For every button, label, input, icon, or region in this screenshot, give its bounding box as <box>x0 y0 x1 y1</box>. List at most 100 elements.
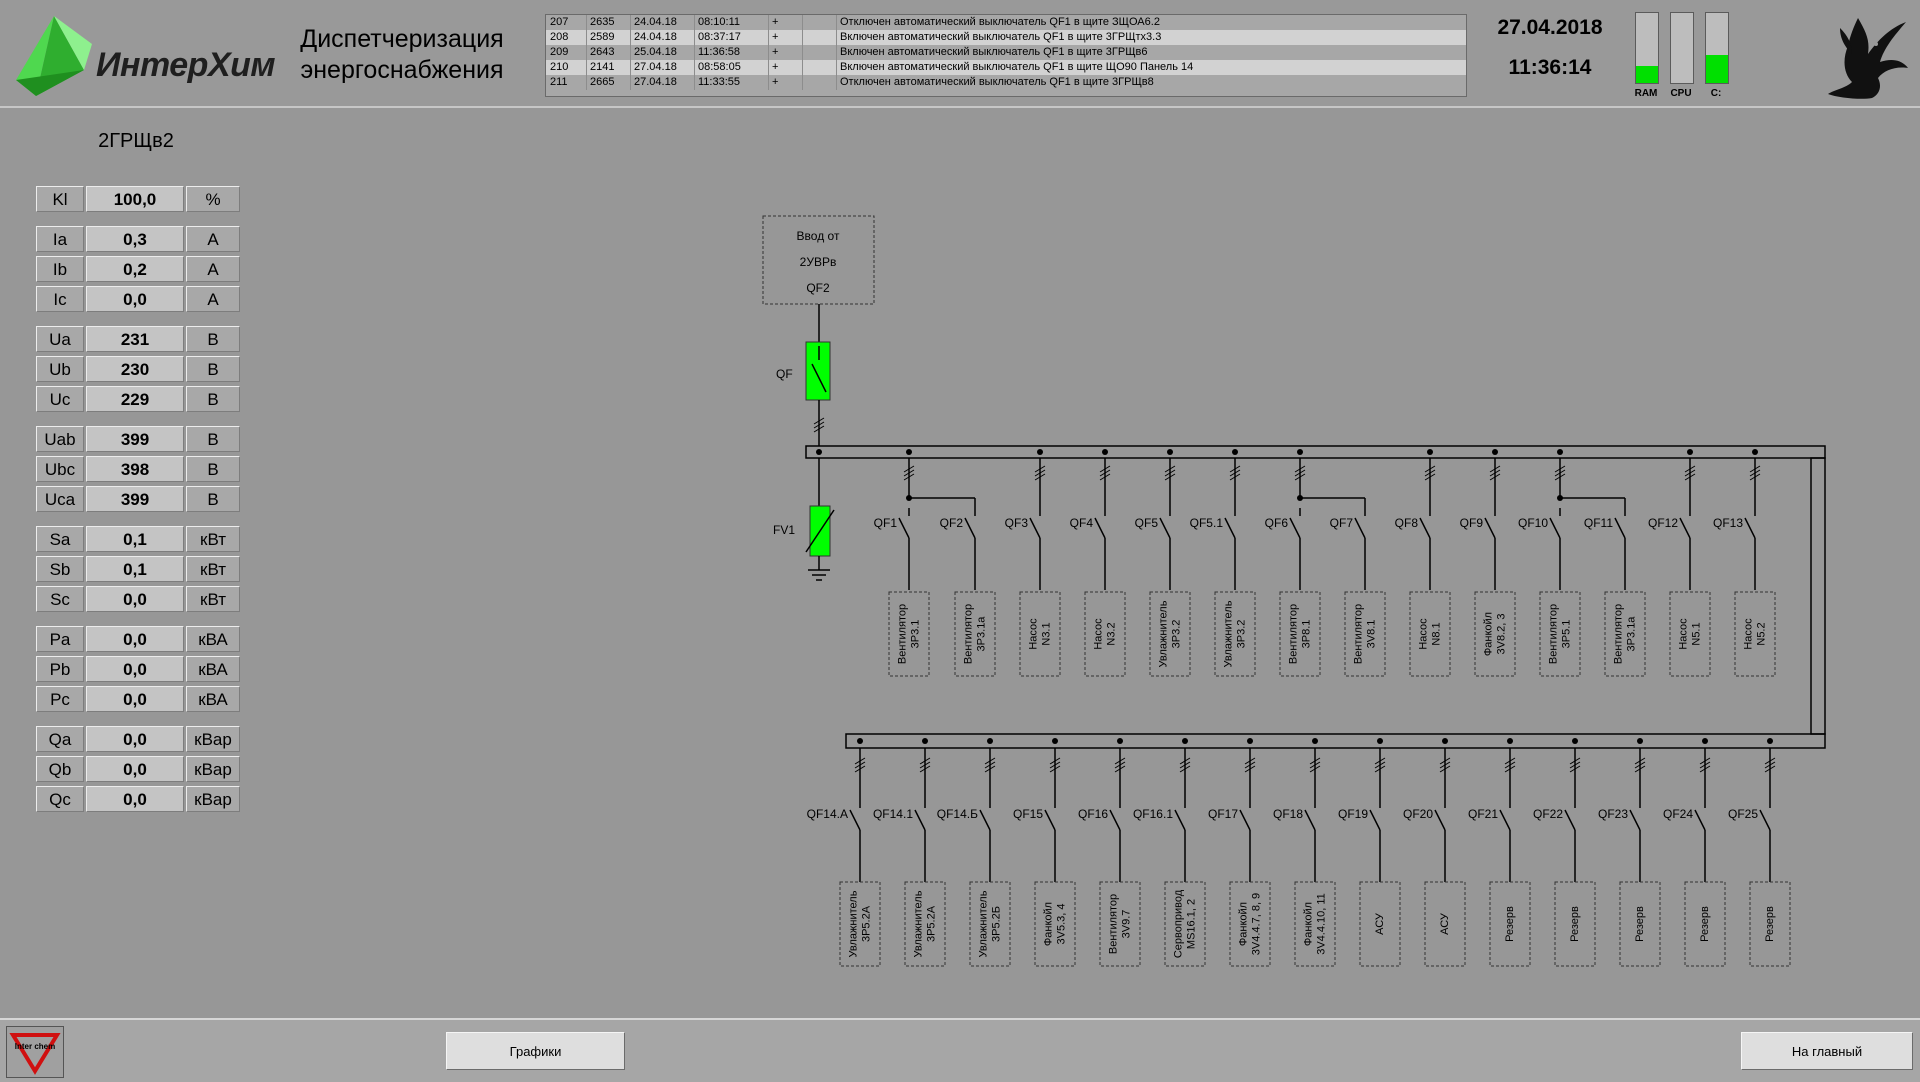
footer-logo-text: Inter chem <box>15 1042 55 1051</box>
breaker-label: QF9 <box>1460 516 1484 530</box>
load-label: Вентилятор <box>1287 604 1299 664</box>
load-label: Вентилятор <box>1352 604 1364 664</box>
junction-dot <box>1427 449 1433 455</box>
junction-dot <box>1492 449 1498 455</box>
junction-dot <box>1572 738 1578 744</box>
junction-dot <box>1687 449 1693 455</box>
junction-dot <box>1117 738 1123 744</box>
breaker-blade <box>1289 517 1301 539</box>
breaker-blade <box>914 809 926 831</box>
breaker-label: QF14.А <box>807 807 848 821</box>
breaker-label: QF4 <box>1070 516 1094 530</box>
load-label: 3Р3.1 <box>909 620 921 649</box>
surge-protector-label: FV1 <box>773 523 795 537</box>
breaker-blade <box>1354 517 1366 539</box>
load-label: 3Р5.1 <box>1560 620 1572 649</box>
junction-dot <box>1037 449 1043 455</box>
load-label: АСУ <box>1374 912 1386 935</box>
load-label: 3V4.4.10, 11 <box>1315 893 1327 955</box>
breaker-label: QF12 <box>1648 516 1678 530</box>
breaker-blade <box>1159 517 1171 539</box>
load-label: 3Р5.2Б <box>990 906 1002 942</box>
breaker-blade <box>1679 517 1691 539</box>
breaker-label: QF17 <box>1208 807 1238 821</box>
breaker-blade <box>1484 517 1496 539</box>
load-label: Фанкойл <box>1237 902 1249 946</box>
junction-dot <box>1507 738 1513 744</box>
breaker-label: QF13 <box>1713 516 1743 530</box>
breaker-blade <box>1564 809 1576 831</box>
breaker-blade <box>1304 809 1316 831</box>
bus-tie <box>1810 457 1826 735</box>
breaker-blade <box>1629 809 1641 831</box>
load-label: N3.2 <box>1105 622 1117 645</box>
load-label: 3V4.4.7, 8, 9 <box>1250 893 1262 955</box>
load-label: Насос <box>1742 618 1754 650</box>
junction-dot <box>1637 738 1643 744</box>
load-label: Сервопривод <box>1172 889 1184 958</box>
breaker-blade <box>1549 517 1561 539</box>
breaker-blade <box>979 809 991 831</box>
breaker-label: QF20 <box>1403 807 1433 821</box>
junction-dot <box>1102 449 1108 455</box>
interchem-logo-icon: Inter chem <box>9 1033 61 1075</box>
breaker-blade <box>1224 517 1236 539</box>
load-label: Резерв <box>1504 906 1516 942</box>
input-source-text: Ввод от <box>797 229 840 243</box>
load-label: Насос <box>1027 618 1039 650</box>
breaker-label: QF18 <box>1273 807 1303 821</box>
breaker-label: QF1 <box>874 516 898 530</box>
footer-bar: Inter chem Графики На главный <box>0 1018 1920 1082</box>
junction-dot <box>1297 449 1303 455</box>
breaker-label: QF6 <box>1265 516 1289 530</box>
junction-dot <box>1052 738 1058 744</box>
breaker-blade <box>1744 517 1756 539</box>
load-label: N5.2 <box>1755 622 1767 645</box>
breaker-label: QF3 <box>1005 516 1029 530</box>
load-label: 3Р8.1 <box>1300 620 1312 649</box>
junction-dot <box>1312 738 1318 744</box>
load-label: Фанкойл <box>1482 612 1494 656</box>
load-label: 3Р3.1а <box>975 616 987 652</box>
breaker-label: QF5 <box>1135 516 1159 530</box>
load-label: Вентилятор <box>896 604 908 664</box>
junction-dot <box>1702 738 1708 744</box>
junction-dot <box>1752 449 1758 455</box>
load-label: Вентилятор <box>962 604 974 664</box>
junction-dot <box>1167 449 1173 455</box>
home-button[interactable]: На главный <box>1741 1032 1913 1070</box>
load-label: Насос <box>1417 618 1429 650</box>
charts-button[interactable]: Графики <box>446 1032 625 1070</box>
breaker-blade <box>1239 809 1251 831</box>
load-label: 3Р5.2А <box>925 905 937 942</box>
breaker-blade <box>1174 809 1186 831</box>
breaker-label: QF22 <box>1533 807 1563 821</box>
breaker-label: QF2 <box>940 516 964 530</box>
junction-dot <box>816 449 822 455</box>
load-label: Вентилятор <box>1547 604 1559 664</box>
load-label: Резерв <box>1764 906 1776 942</box>
input-source-text: 2УВРв <box>800 255 837 269</box>
load-label: N8.1 <box>1430 622 1442 645</box>
junction-dot <box>857 738 863 744</box>
load-label: Вентилятор <box>1612 604 1624 664</box>
breaker-blade <box>1759 809 1771 831</box>
interchem-footer-logo[interactable]: Inter chem <box>6 1026 64 1078</box>
load-label: 3V8.1 <box>1365 620 1377 649</box>
single-line-diagram: Ввод от2УВРвQF2QFFV1 QF1Вентилятор 3Р3.1QF… <box>762 215 1826 967</box>
load-label: MS16.1, 2 <box>1185 899 1197 949</box>
breaker-blade <box>1694 809 1706 831</box>
junction-dot <box>1442 738 1448 744</box>
breaker-label: QF14.Б <box>937 807 978 821</box>
breaker-blade <box>1044 809 1056 831</box>
breaker-label: QF7 <box>1330 516 1354 530</box>
breaker-label: QF19 <box>1338 807 1368 821</box>
junction-dot <box>1247 738 1253 744</box>
load-label: Увлажнитель <box>912 890 924 957</box>
junction-dot <box>987 738 993 744</box>
junction-dot <box>1232 449 1238 455</box>
junction-dot <box>1377 738 1383 744</box>
breaker-blade <box>849 809 861 831</box>
load-label: 3Р3.2 <box>1235 620 1247 649</box>
junction-dot <box>906 495 912 501</box>
